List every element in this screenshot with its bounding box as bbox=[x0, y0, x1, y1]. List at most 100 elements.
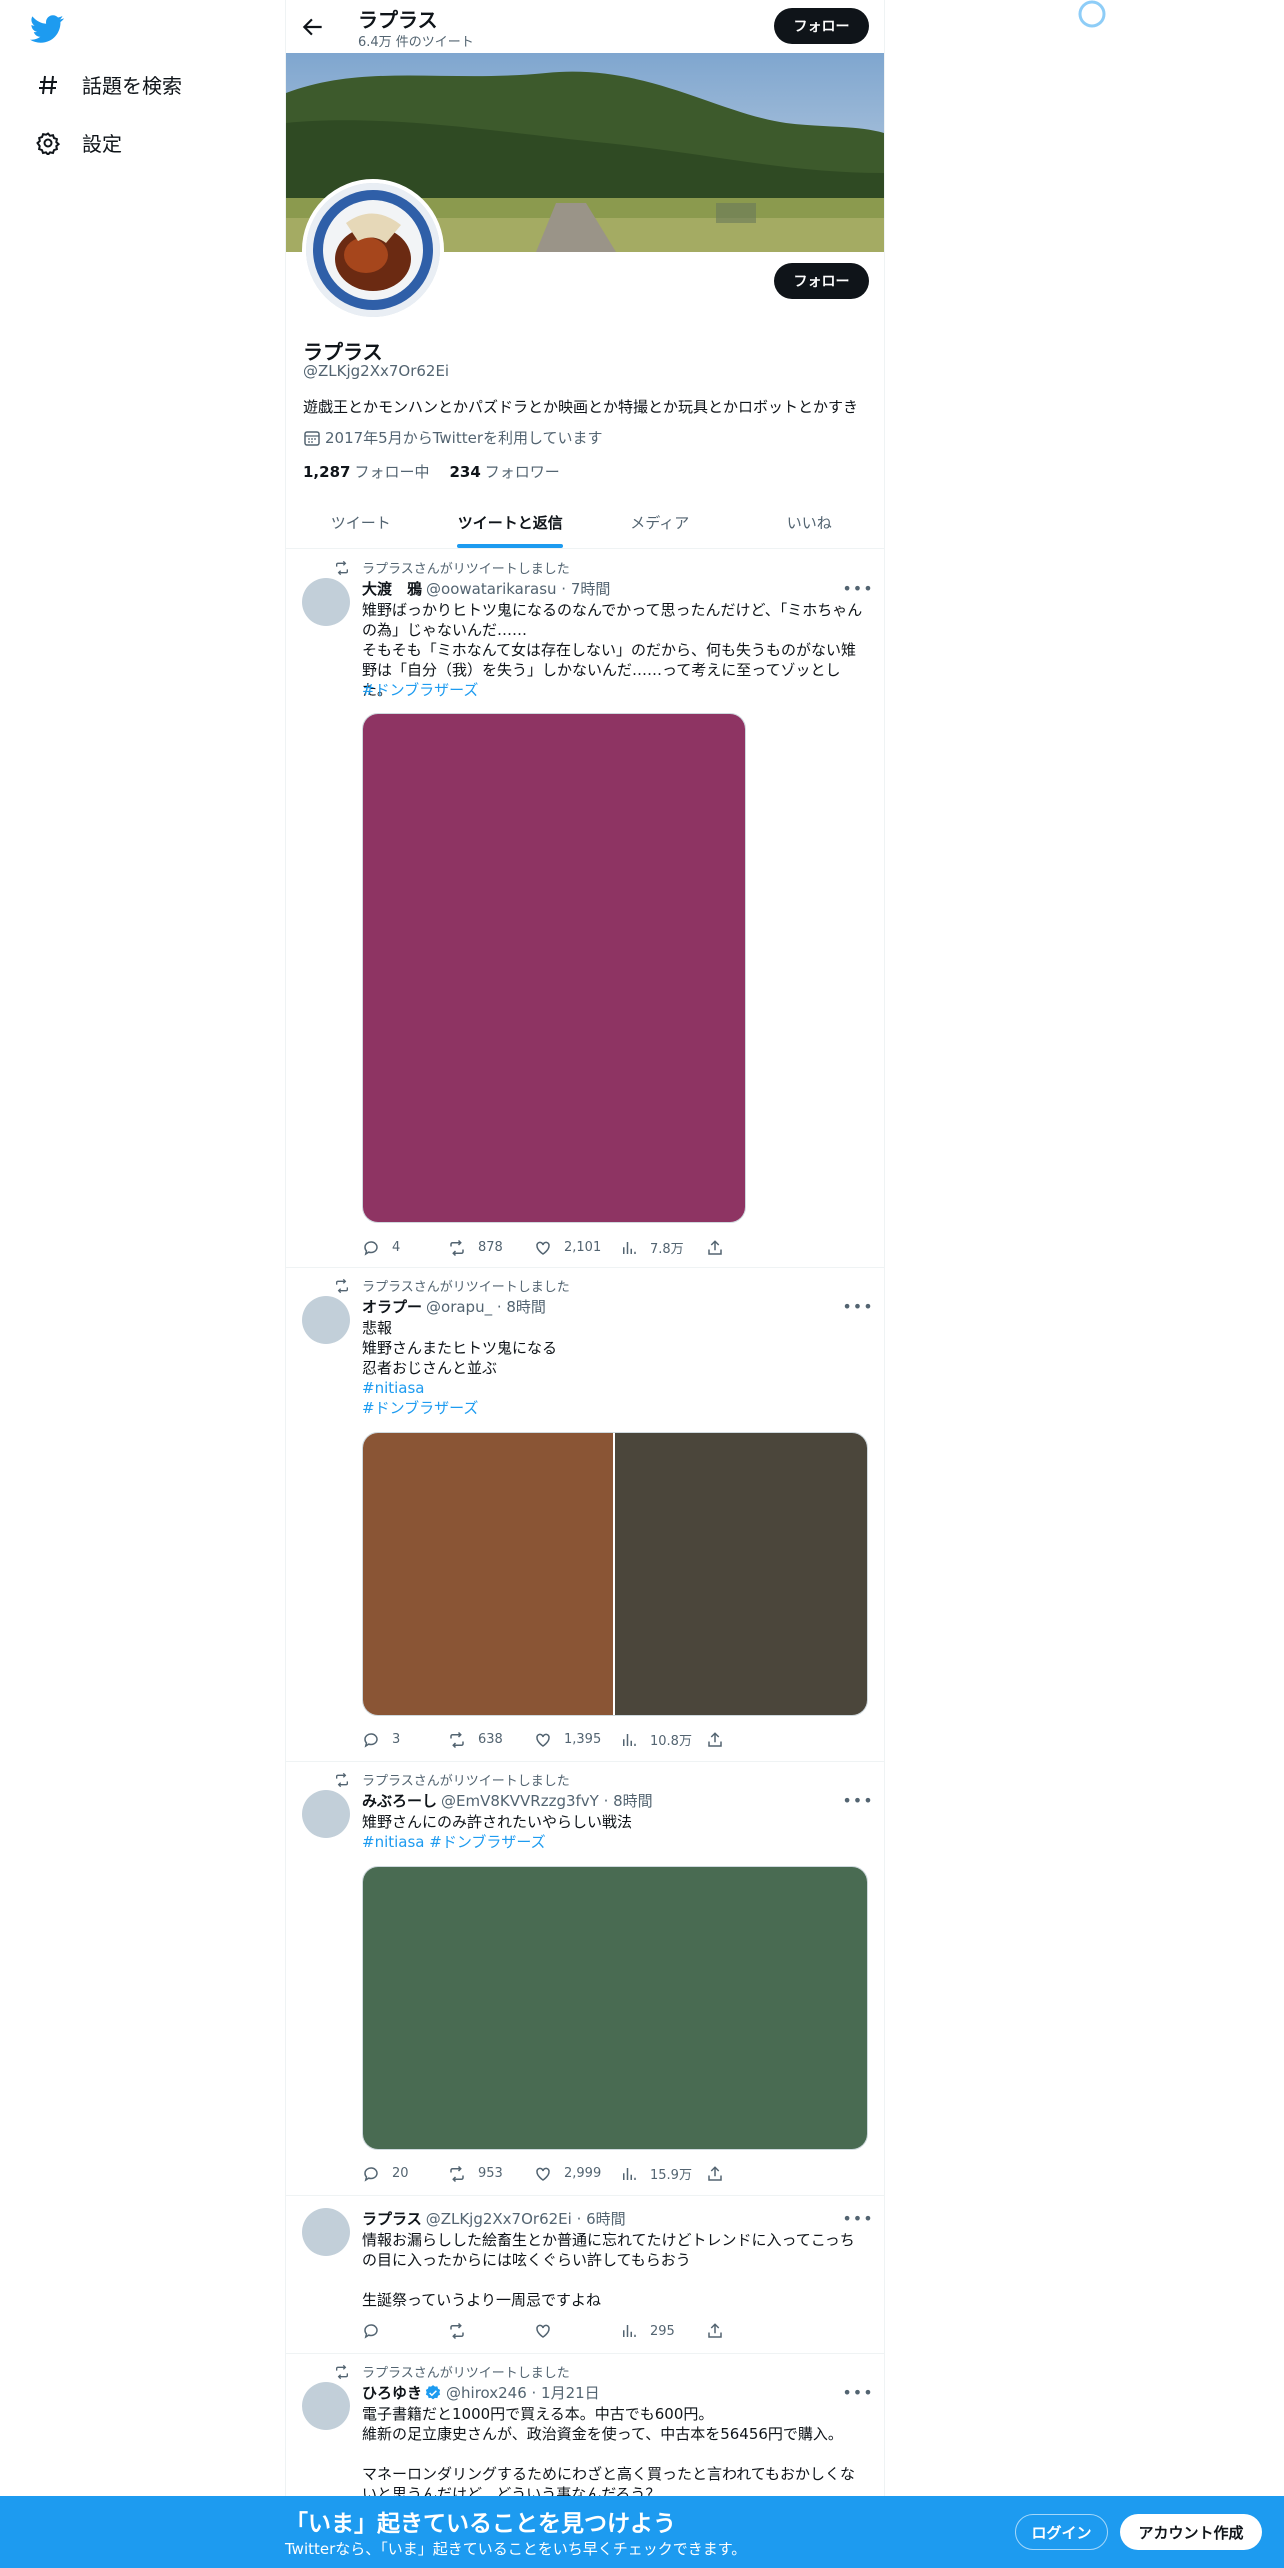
followers-count: 234 bbox=[449, 463, 481, 481]
hashtag-icon bbox=[34, 71, 62, 99]
sidebar-item-label: 話題を検索 bbox=[82, 74, 182, 98]
tab-likes[interactable]: いいね bbox=[735, 496, 885, 548]
author-handle[interactable]: @EmV8KVVRzzg3fvY · 8時間 bbox=[441, 1790, 653, 1811]
author-handle[interactable]: @ZLKjg2Xx7Or62Ei · 6時間 bbox=[426, 2208, 626, 2229]
retweet-icon bbox=[450, 2165, 464, 2182]
author-name[interactable]: ラプラス bbox=[362, 2208, 422, 2229]
share-button[interactable] bbox=[706, 1238, 792, 1257]
followers-link[interactable]: 234 フォロワー bbox=[449, 461, 559, 482]
like-button[interactable]: 2,999 bbox=[534, 2164, 620, 2183]
tab-tweets[interactable]: ツイート bbox=[286, 496, 436, 548]
signup-banner-title: 「いま」起きていることを見つけよう bbox=[285, 2511, 676, 2537]
retweet-button[interactable] bbox=[448, 2322, 534, 2340]
share-icon bbox=[708, 1239, 722, 1255]
tab-tweets-and-replies[interactable]: ツイートと返信 bbox=[436, 496, 586, 548]
retweet-label: ラプラスさんがリツイートしました bbox=[362, 562, 570, 577]
tweet[interactable]: ラプラスさんがリツイートしました 大渡 鴉 @oowatarikarasu · … bbox=[286, 550, 884, 1268]
hashtag-link[interactable]: #nitiasa bbox=[362, 1378, 868, 1398]
tweet[interactable]: ラプラスさんがリツイートしました みぶろーし @EmV8KVVRzzg3fvY … bbox=[286, 1762, 884, 2196]
following-link[interactable]: 1,287 フォロー中 bbox=[303, 461, 429, 482]
views-icon bbox=[623, 2167, 636, 2180]
author-name[interactable]: オラプー bbox=[362, 1296, 422, 1317]
views-icon bbox=[623, 2325, 636, 2337]
verified-badge-icon bbox=[422, 2384, 442, 2402]
hashtag-link[interactable]: #nitiasa #ドンブラザーズ bbox=[362, 1832, 868, 1852]
more-icon[interactable]: ••• bbox=[842, 2382, 872, 2402]
reply-button[interactable] bbox=[362, 2322, 448, 2340]
reply-button[interactable]: 4 bbox=[362, 1238, 448, 1257]
more-icon[interactable]: ••• bbox=[842, 578, 872, 598]
hashtag-link[interactable]: #ドンブラザーズ bbox=[362, 1398, 868, 1418]
profile-avatar[interactable] bbox=[302, 179, 444, 321]
share-icon bbox=[708, 1731, 722, 1747]
sidebar-item-settings[interactable]: 設定 bbox=[34, 128, 122, 157]
views-button[interactable]: 10.8万 bbox=[620, 1730, 706, 1749]
share-button[interactable] bbox=[706, 2322, 792, 2340]
sidebar-item-explore[interactable]: 話題を検索 bbox=[34, 70, 182, 99]
author-name[interactable]: みぶろーし bbox=[362, 1790, 437, 1811]
reply-icon bbox=[364, 2324, 378, 2339]
views-icon bbox=[623, 1241, 636, 1254]
tweet[interactable]: ラプラス @ZLKjg2Xx7Or62Ei · 6時間 ••• 情報お漏らしした… bbox=[286, 2196, 884, 2354]
avatar[interactable] bbox=[302, 1790, 350, 1838]
avatar[interactable] bbox=[302, 2208, 350, 2256]
reply-button[interactable]: 20 bbox=[362, 2164, 448, 2183]
profile-name: ラプラス bbox=[303, 340, 383, 364]
more-icon[interactable]: ••• bbox=[842, 1790, 872, 1810]
retweet-button[interactable]: 953 bbox=[448, 2164, 534, 2183]
tweet-image[interactable] bbox=[362, 1866, 868, 2150]
tweet-image[interactable] bbox=[615, 1433, 867, 1715]
author-handle[interactable]: @orapu_ · 8時間 bbox=[426, 1296, 546, 1317]
avatar[interactable] bbox=[302, 2382, 350, 2430]
retweet-icon bbox=[450, 1239, 464, 1256]
author-name[interactable]: 大渡 鴉 bbox=[362, 578, 422, 599]
follow-button-header[interactable]: フォロー bbox=[774, 8, 869, 44]
views-button[interactable]: 7.8万 bbox=[620, 1238, 706, 1257]
retweet-button[interactable]: 878 bbox=[448, 1238, 534, 1257]
like-button[interactable] bbox=[534, 2322, 620, 2340]
retweet-count: 878 bbox=[478, 1240, 503, 1255]
create-account-button[interactable]: アカウント作成 bbox=[1120, 2514, 1262, 2550]
more-icon[interactable]: ••• bbox=[842, 1296, 872, 1316]
views-button[interactable]: 15.9万 bbox=[620, 2164, 706, 2183]
profile-header: ラプラス 6.4万 件のツイート フォロー bbox=[286, 0, 884, 53]
views-button[interactable]: 295 bbox=[620, 2322, 706, 2340]
tweet-actions: 295 bbox=[362, 2322, 792, 2340]
image-fill bbox=[363, 714, 745, 1222]
tweet-image[interactable] bbox=[363, 1433, 615, 1715]
retweet-indicator: ラプラスさんがリツイートしました bbox=[334, 1276, 570, 1295]
back-arrow-icon[interactable] bbox=[300, 14, 326, 40]
reply-icon bbox=[364, 2166, 378, 2182]
author-name[interactable]: ひろゆき bbox=[362, 2382, 422, 2403]
tweet-header: ラプラス @ZLKjg2Xx7Or62Ei · 6時間 bbox=[362, 2208, 626, 2229]
tweet-image[interactable] bbox=[362, 713, 746, 1223]
like-button[interactable]: 2,101 bbox=[534, 1238, 620, 1257]
avatar[interactable] bbox=[302, 1296, 350, 1344]
tab-media[interactable]: メディア bbox=[585, 496, 735, 548]
profile-tabs: ツイート ツイートと返信 メディア いいね bbox=[286, 496, 884, 549]
retweet-icon bbox=[334, 2364, 350, 2380]
heart-icon bbox=[536, 1733, 550, 1747]
reply-icon bbox=[364, 1240, 378, 1256]
sidebar-item-label: 設定 bbox=[82, 132, 122, 156]
view-count: 15.9万 bbox=[650, 2168, 692, 2183]
tweet[interactable]: ラプラスさんがリツイートしました オラプー @orapu_ · 8時間 ••• … bbox=[286, 1268, 884, 1762]
retweet-button[interactable]: 638 bbox=[448, 1730, 534, 1749]
hashtag-link[interactable]: #ドンブラザーズ bbox=[362, 680, 868, 700]
twitter-logo-icon[interactable] bbox=[30, 12, 64, 46]
retweet-icon bbox=[334, 1772, 350, 1788]
author-handle[interactable]: @oowatarikarasu · 7時間 bbox=[426, 578, 610, 599]
tweet-image-grid[interactable] bbox=[362, 1432, 868, 1716]
author-handle[interactable]: @hirox246 · 1月21日 bbox=[446, 2382, 600, 2403]
more-icon[interactable]: ••• bbox=[842, 2208, 872, 2228]
share-button[interactable] bbox=[706, 2164, 792, 2183]
share-button[interactable] bbox=[706, 1730, 792, 1749]
like-button[interactable]: 1,395 bbox=[534, 1730, 620, 1749]
avatar[interactable] bbox=[302, 578, 350, 626]
tweet-actions: 3 638 1,395 10.8万 bbox=[362, 1730, 792, 1749]
login-button[interactable]: ログイン bbox=[1015, 2514, 1108, 2550]
reply-count: 3 bbox=[392, 1732, 401, 1747]
reply-button[interactable]: 3 bbox=[362, 1730, 448, 1749]
retweet-icon bbox=[334, 560, 350, 576]
follow-button[interactable]: フォロー bbox=[774, 263, 869, 299]
